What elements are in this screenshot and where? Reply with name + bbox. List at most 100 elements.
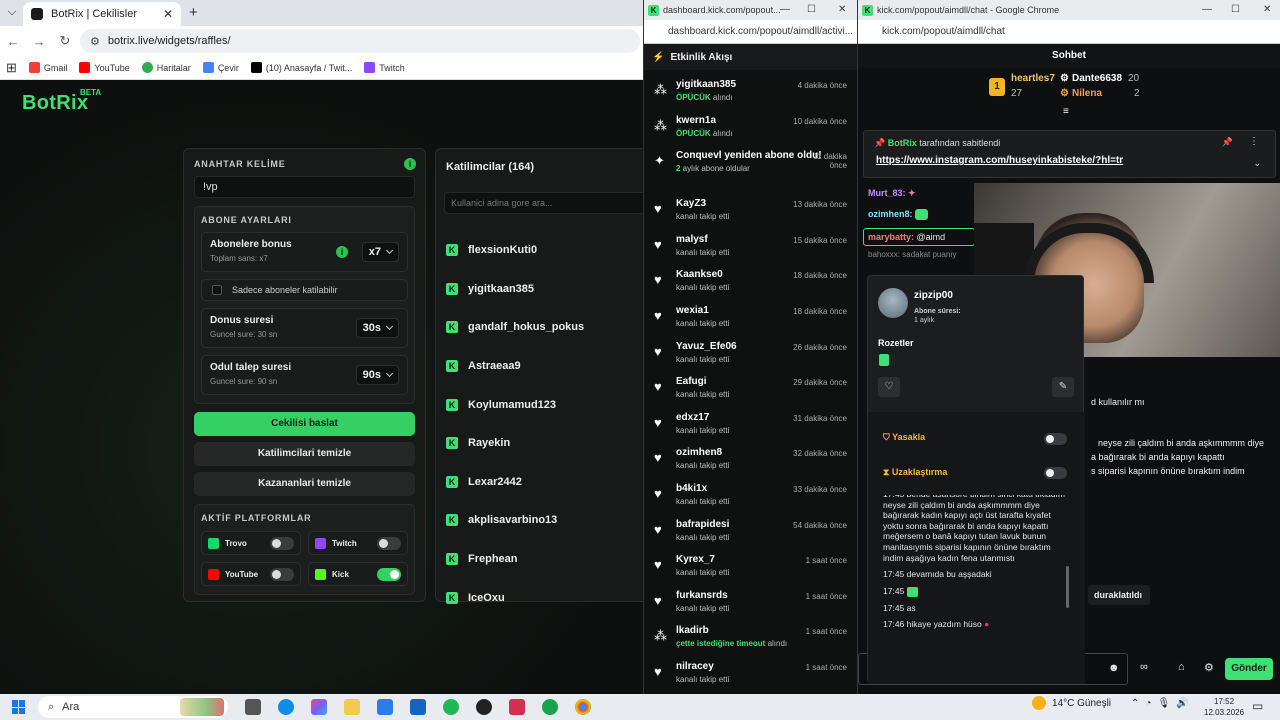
apps-icon[interactable]: ⊞ [6, 60, 17, 76]
activity-item[interactable]: ♥ KayZ3 kanalı takip etti 13 dakika önce [644, 197, 857, 233]
chevron-up-icon[interactable]: ⌃ [1131, 698, 1139, 709]
botrix-logo[interactable]: BotRix [22, 92, 88, 115]
forward-icon[interactable]: → [26, 34, 52, 49]
chat-user[interactable]: Murt_83: [868, 188, 906, 198]
chrome-icon[interactable] [575, 699, 591, 715]
chat-user[interactable]: marybatty: [868, 232, 914, 242]
activity-item[interactable]: ♥ b4ki1x kanalı takip etti 33 dakika önce [644, 482, 857, 518]
close-icon[interactable]: ✕ [1263, 4, 1271, 15]
close-icon[interactable]: ✕ [163, 7, 173, 21]
reload-icon[interactable]: ↻ [52, 33, 78, 49]
weather-text[interactable]: 14°C Güneşli [1052, 698, 1111, 709]
clear-winners-button[interactable]: Kazananlari temizle [194, 472, 415, 496]
emoji-icon[interactable]: ☻ [1108, 662, 1120, 674]
activity-item[interactable]: ♥ ozimhen8 kanalı takip etti 32 dakika önce [644, 446, 857, 482]
subs-only-checkbox-row[interactable]: Sadece aboneler katilabilir [201, 279, 408, 301]
bookmark-maps[interactable]: Haritalar [141, 62, 191, 73]
file-explorer-icon[interactable] [344, 699, 360, 715]
send-button[interactable]: Gönder [1225, 658, 1273, 680]
copilot-icon[interactable] [311, 699, 327, 715]
ban-toggle[interactable] [1044, 433, 1067, 445]
activity-item[interactable]: ♥ malysf kanalı takip etti 15 dakika önce [644, 233, 857, 269]
pinned-link[interactable]: https://www.instagram.com/huseyinkabiste… [876, 155, 1123, 166]
participant-item[interactable]: K Astraeaa9 [446, 347, 584, 386]
activity-item[interactable]: ⁂ lkadirb çette istediğine timeout alındı 1… [644, 624, 857, 660]
participant-item[interactable]: Kakplisavarbino13 [446, 501, 584, 540]
info-icon[interactable]: i [336, 246, 348, 258]
subs-only-checkbox[interactable] [212, 285, 222, 295]
store-icon[interactable]: ⌂ [1178, 661, 1185, 673]
spotify-icon[interactable] [443, 699, 459, 715]
participants-search-input[interactable]: Kullanici adina gore ara... [444, 192, 643, 214]
site-info-icon[interactable]: ⚙ [90, 35, 100, 48]
participant-item[interactable]: K Frephean [446, 540, 584, 579]
maximize-icon[interactable]: ☐ [807, 4, 816, 15]
youtube-toggle[interactable] [270, 568, 294, 581]
app-icon[interactable] [542, 699, 558, 715]
back-icon[interactable]: ← [0, 34, 26, 49]
app-icon[interactable] [509, 699, 525, 715]
participant-item[interactable]: K Lexar2442 [446, 463, 584, 502]
address-bar[interactable]: ⚙ botrix.live/widgets/raffles/ [80, 29, 640, 53]
chat-url[interactable]: kick.com/popout/aimdll/chat [858, 20, 1280, 44]
timeout-toggle[interactable] [1044, 467, 1067, 479]
chat-user[interactable]: ozimhen8: [868, 209, 913, 219]
outlook-icon[interactable] [410, 699, 426, 715]
gifter-name[interactable]: Nilena [1072, 88, 1102, 99]
bookmark-gmail[interactable]: Gmail [28, 62, 67, 73]
clear-participants-button[interactable]: Katilimcilari temizle [194, 442, 415, 466]
activity-item[interactable]: ♥ Kyrex_7 kanalı takip etti 1 saat önce [644, 553, 857, 589]
unpin-icon[interactable]: 📌 [1222, 137, 1233, 148]
claim-select[interactable]: 90s [355, 365, 399, 385]
participant-item[interactable]: K Koylumamud123 [446, 385, 584, 424]
avatar[interactable] [878, 288, 908, 318]
edge-icon[interactable] [278, 699, 294, 715]
participant-item[interactable]: Kgandalf_hokus_pokus [446, 308, 584, 347]
close-icon[interactable]: ✕ [838, 4, 846, 15]
activity-item[interactable]: ⁂ yigitkaan385 ÖPÜCÜK alındı 4 dakika önce [644, 78, 857, 114]
activity-item[interactable]: ⁂ kwern1a ÖPÜCÜK alındı 10 dakika önce [644, 114, 857, 150]
windows-start-icon[interactable] [12, 700, 26, 714]
start-raffle-button[interactable]: Cekilisi baslat [194, 412, 415, 436]
participant-item[interactable]: K Rayekin [446, 424, 584, 463]
activity-item[interactable]: ♥ nilracey kanalı takip etti 1 saat önce [644, 660, 857, 694]
expand-icon[interactable]: ≡ [1063, 106, 1069, 117]
pinned-author[interactable]: BotRix [888, 138, 917, 148]
maximize-icon[interactable]: ☐ [1231, 4, 1240, 15]
kick-toggle[interactable] [377, 568, 401, 581]
profile-username[interactable]: zipzip00 [914, 290, 953, 301]
more-icon[interactable]: ⋮ [1249, 136, 1259, 147]
minimize-icon[interactable]: — [780, 4, 790, 15]
mic-icon[interactable]: 🎙 [1157, 698, 1170, 709]
cooldown-select[interactable]: 30s [355, 318, 399, 338]
minimize-icon[interactable]: — [1202, 4, 1212, 15]
info-icon[interactable]: i [404, 158, 416, 170]
tab-search-icon[interactable] [7, 6, 17, 16]
taskbar-search[interactable]: ⌕ Ara [38, 696, 228, 718]
keyword-input[interactable]: !vp [194, 176, 415, 198]
activity-item[interactable]: ♥ Yavuz_Efe06 kanalı takip etti 26 dakika ö… [644, 340, 857, 376]
obs-icon[interactable] [476, 699, 492, 715]
tab-botrix[interactable]: BotRix | Cekilisler ✕ [23, 2, 181, 26]
bookmark-translate[interactable]: Çevir [202, 62, 239, 73]
activity-url[interactable]: dashboard.kick.com/popout/aimdll/activi.… [644, 20, 857, 44]
activity-item[interactable]: ♥ wexia1 kanalı takip etti 18 dakika önce [644, 304, 857, 340]
new-tab-icon[interactable]: + [189, 4, 198, 21]
store-icon[interactable] [377, 699, 393, 715]
settings-icon[interactable]: ⚙ [1204, 661, 1214, 674]
volume-icon[interactable]: 🔊 [1176, 698, 1188, 709]
participant-item[interactable]: Kyigitkaan385 [446, 270, 584, 309]
activity-item[interactable]: ✦ Conquevl yeniden abone oldu! 2 aylık abo… [644, 149, 857, 197]
points-icon[interactable]: ∞ [1140, 661, 1148, 673]
task-view-icon[interactable] [245, 699, 261, 715]
bookmark-youtube[interactable]: YouTube [79, 62, 130, 73]
activity-item[interactable]: ♥ edxz17 kanalı takip etti 31 dakika önce [644, 411, 857, 447]
participant-item[interactable]: KflexsionKuti0 [446, 231, 584, 270]
activity-item[interactable]: ♥ Eafugi kanalı takip etti 29 dakika önce [644, 375, 857, 411]
edit-icon[interactable]: ✎ [1052, 377, 1074, 397]
chevron-down-icon[interactable]: ⌄ [1253, 158, 1261, 169]
history-scrollbar[interactable] [1066, 566, 1069, 608]
notification-icon[interactable]: ▭ [1252, 699, 1263, 713]
bookmark-twitch[interactable]: Twitch [364, 62, 405, 73]
bookmark-x[interactable]: (10) Anasayfa / Twit... [250, 62, 352, 73]
